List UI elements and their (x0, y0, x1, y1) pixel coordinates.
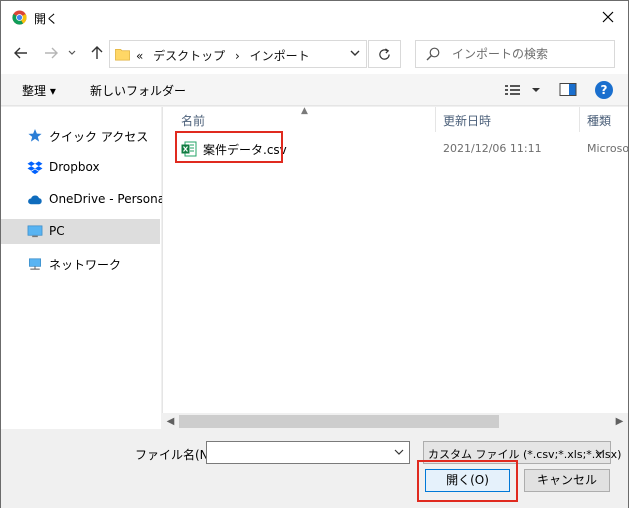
open-button-highlight-annotation (417, 460, 518, 502)
chevron-down-icon (595, 449, 605, 455)
close-icon (602, 11, 614, 23)
sidebar-item-dropbox[interactable]: Dropbox (1, 155, 160, 180)
search-input[interactable] (452, 45, 607, 63)
scroll-left-icon[interactable]: ◀ (163, 415, 178, 428)
filename-input[interactable] (207, 442, 387, 463)
organize-button[interactable]: 整理 ▾ (22, 82, 56, 99)
sidebar-item-quick-access[interactable]: クイック アクセス (1, 123, 160, 148)
network-icon (29, 258, 41, 270)
column-header-label: 種類 (587, 114, 612, 128)
column-header-modified[interactable]: 更新日時 (435, 107, 579, 132)
sidebar-item-label: PC (49, 224, 65, 238)
chevron-down-icon[interactable] (393, 446, 405, 458)
filename-combobox[interactable] (206, 441, 410, 464)
up-button[interactable] (87, 42, 107, 64)
sidebar-item-network[interactable]: ネットワーク (1, 251, 160, 276)
close-button[interactable] (596, 6, 620, 28)
sidebar-item-label: OneDrive - Personal (49, 192, 169, 206)
window-title: 開く (34, 12, 59, 26)
arrow-up-icon (91, 46, 103, 59)
chevron-down-icon (68, 50, 76, 55)
sort-ascending-icon: ▲ (301, 106, 308, 116)
search-box (415, 40, 615, 68)
breadcrumb-separator: › (235, 49, 240, 63)
breadcrumb: « デスクトップ › インポート (136, 47, 316, 64)
preview-pane-button[interactable] (559, 82, 577, 100)
search-icon (426, 47, 440, 61)
column-header-name[interactable]: 名前 (173, 107, 443, 132)
file-modified-date: 2021/12/06 11:11 (443, 142, 542, 155)
star-icon (28, 128, 42, 142)
address-bar[interactable]: « デスクトップ › インポート (109, 40, 367, 68)
file-highlight-annotation (175, 131, 283, 163)
command-bar: 整理 ▾ 新しいフォルダー ? (1, 74, 628, 106)
details-view-icon (505, 85, 540, 95)
sidebar-item-pc[interactable]: PC (1, 219, 160, 244)
breadcrumb-desktop[interactable]: デスクトップ (153, 49, 225, 63)
pc-icon (27, 225, 43, 238)
sidebar-item-label: クイック アクセス (49, 130, 149, 144)
file-type: Microso (587, 142, 629, 155)
column-header-label: 更新日時 (443, 114, 492, 128)
scrollbar-thumb[interactable] (179, 415, 499, 428)
title-bar: 開く (1, 1, 628, 34)
cloud-icon (28, 195, 42, 205)
back-button[interactable] (11, 42, 31, 64)
change-view-button[interactable] (504, 82, 542, 101)
breadcrumb-overflow[interactable]: « (136, 49, 143, 63)
breadcrumb-import[interactable]: インポート (250, 49, 310, 63)
navigation-pane: クイック アクセス Dropbox OneDrive - Personal PC (1, 107, 168, 429)
chrome-icon (12, 10, 27, 25)
recent-locations-button[interactable] (65, 42, 79, 64)
scroll-right-icon[interactable]: ▶ (612, 415, 627, 428)
help-icon: ? (600, 83, 608, 97)
sidebar-item-label: Dropbox (49, 160, 100, 174)
arrow-left-icon (14, 47, 27, 59)
dialog-footer: ファイル名(N): カスタム ファイル (*.csv;*.xls;*.xlsx)… (1, 431, 628, 508)
forward-button[interactable] (41, 42, 61, 64)
navigation-bar: « デスクトップ › インポート (1, 34, 628, 74)
column-header-type[interactable]: 種類 (579, 107, 629, 132)
cancel-button[interactable]: キャンセル (524, 469, 610, 492)
preview-pane-icon (559, 83, 577, 96)
sidebar-item-onedrive[interactable]: OneDrive - Personal (1, 187, 168, 212)
horizontal-scrollbar[interactable]: ◀ ▶ (162, 413, 628, 430)
chevron-down-icon[interactable] (350, 48, 360, 58)
help-button[interactable]: ? (595, 81, 613, 99)
refresh-icon (379, 47, 390, 60)
folder-icon (115, 48, 130, 61)
column-header-label: 名前 (181, 114, 206, 128)
dropbox-icon (27, 161, 43, 175)
open-file-dialog: 開く « デスクトップ › インポート インポートの検索 整理 ▾ 新しいフォル… (0, 0, 629, 508)
new-folder-button[interactable]: 新しいフォルダー (90, 82, 186, 99)
sidebar-item-label: ネットワーク (49, 258, 122, 272)
refresh-button[interactable] (368, 40, 401, 68)
arrow-right-icon (45, 47, 58, 59)
